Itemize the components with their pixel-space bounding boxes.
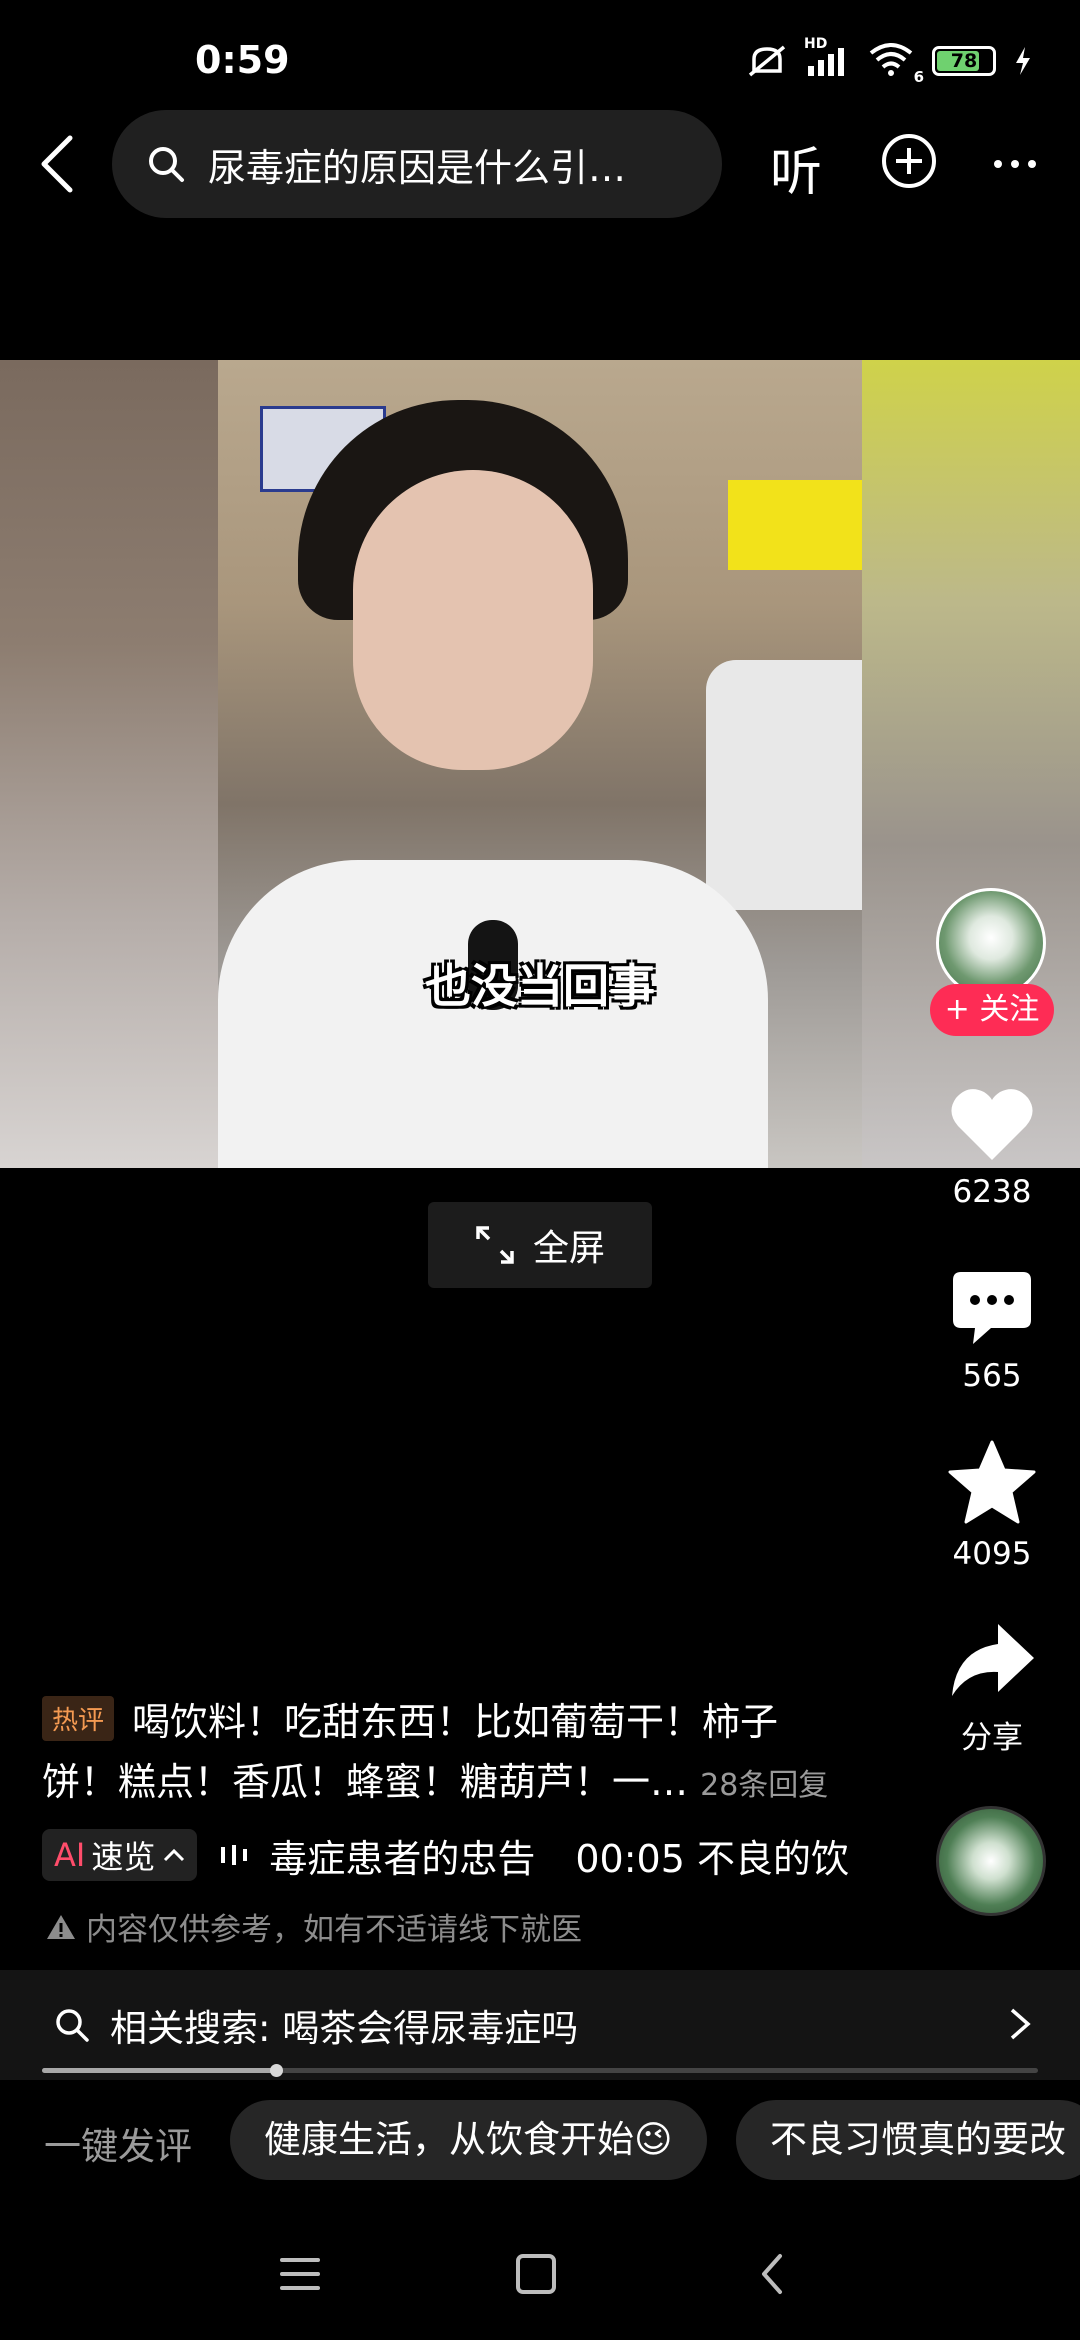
fullscreen-button[interactable]: 全屏 (428, 1202, 652, 1288)
like-count: 6238 (952, 1174, 1032, 1210)
add-circle-icon[interactable] (880, 132, 938, 190)
hd-badge: HD (804, 36, 828, 52)
progress-fill (42, 2068, 276, 2073)
listen-button[interactable]: 听 (770, 130, 822, 205)
comment-icon (953, 1272, 1031, 1344)
chevron-up-icon (164, 1848, 185, 1862)
hot-comment-badge: 热评 (42, 1696, 115, 1741)
reply-count[interactable]: 28条回复 (700, 1768, 828, 1803)
hot-comment[interactable]: 喝饮料！吃甜东西！比如葡萄干！柿子饼！糕点！香瓜！蜂蜜！糖葫芦！一… 28条回复 (42, 1692, 842, 1816)
audio-wave-icon (221, 1845, 248, 1865)
share-label: 分享 (961, 1720, 1023, 1756)
search-icon (56, 2009, 89, 2042)
car (706, 660, 862, 910)
like-button[interactable]: 6238 (930, 1086, 1054, 1210)
music-disc[interactable] (936, 1806, 1046, 1916)
status-icons: HD 6 78 (746, 36, 1032, 86)
home-icon[interactable] (516, 2254, 556, 2294)
disclaimer-text: 内容仅供参考，如有不适请线下就医 (86, 1912, 582, 1948)
wifi-badge: 6 (913, 68, 924, 86)
more-icon[interactable] (992, 158, 1038, 170)
charging-icon (1016, 47, 1030, 75)
heart-icon (951, 1089, 1033, 1160)
battery-level: 78 (950, 50, 978, 72)
ai-transcript: 毒症患者的忠告 00:05 不良的饮 (269, 1828, 849, 1883)
warning-icon (47, 1914, 75, 1939)
back-icon[interactable] (30, 132, 86, 196)
transcript-part1: 毒症患者的忠告 (269, 1836, 536, 1881)
mute-icon (748, 45, 786, 77)
creator-avatar[interactable] (936, 888, 1046, 998)
share-button[interactable]: 分享 (930, 1620, 1054, 1757)
face (353, 470, 593, 770)
ai-summary-badge[interactable]: AI 速览 (42, 1829, 198, 1881)
video-blur-left (0, 360, 218, 1168)
ai-summary-row[interactable]: AI 速览 毒症患者的忠告 00:05 不良的饮 (42, 1826, 862, 1884)
quick-comment-chip[interactable]: 健康生活，从饮食开始😉 (230, 2100, 707, 2180)
menu-icon[interactable] (280, 2256, 320, 2292)
comment-button[interactable]: 565 (930, 1270, 1054, 1394)
quick-comment-label: 一键发评 (44, 2125, 192, 2168)
chevron-right-icon[interactable] (1008, 2006, 1032, 2042)
favorite-count: 4095 (952, 1536, 1032, 1572)
progress-handle[interactable] (270, 2064, 283, 2077)
nav-back-icon[interactable] (758, 2252, 786, 2296)
disclaimer: 内容仅供参考，如有不适请线下就医 (46, 1904, 582, 1949)
video-blur-right (862, 360, 1080, 1168)
yellow-sign (728, 480, 862, 570)
quick-comment-chip[interactable]: 不良习惯真的要改 (736, 2100, 1080, 2180)
share-arrow-icon (952, 1624, 1034, 1696)
video-caption: 也没当回事 (425, 959, 655, 1013)
hot-comment-text: 喝饮料！吃甜东西！比如葡萄干！柿子饼！糕点！香瓜！蜂蜜！糖葫芦！一… (42, 1700, 779, 1804)
search-icon (149, 147, 184, 182)
ai-label: AI (54, 1836, 86, 1874)
ai-summary-label: 速览 (91, 1838, 156, 1876)
search-query: 尿毒症的原因是什么引… (208, 145, 627, 190)
star-icon (948, 1440, 1036, 1524)
transcript-part2: 00:05 不良的饮 (575, 1836, 849, 1881)
comment-count: 565 (962, 1358, 1022, 1394)
expand-icon (476, 1226, 514, 1264)
search-box[interactable]: 尿毒症的原因是什么引… (112, 110, 722, 218)
video-player[interactable]: 也没当回事 (0, 360, 1080, 1168)
battery-icon: 78 (932, 46, 996, 76)
related-search-label: 相关搜索: 喝茶会得尿毒症吗 (110, 2007, 579, 2050)
wifi-icon (869, 43, 913, 76)
status-time: 0:59 (195, 38, 290, 82)
video-frame: 也没当回事 (218, 360, 862, 1168)
follow-button[interactable]: + 关注 (930, 984, 1054, 1036)
favorite-button[interactable]: 4095 (930, 1440, 1054, 1572)
fullscreen-label: 全屏 (532, 1228, 605, 1269)
related-search-bar[interactable]: 相关搜索: 喝茶会得尿毒症吗 (0, 1970, 1080, 2080)
